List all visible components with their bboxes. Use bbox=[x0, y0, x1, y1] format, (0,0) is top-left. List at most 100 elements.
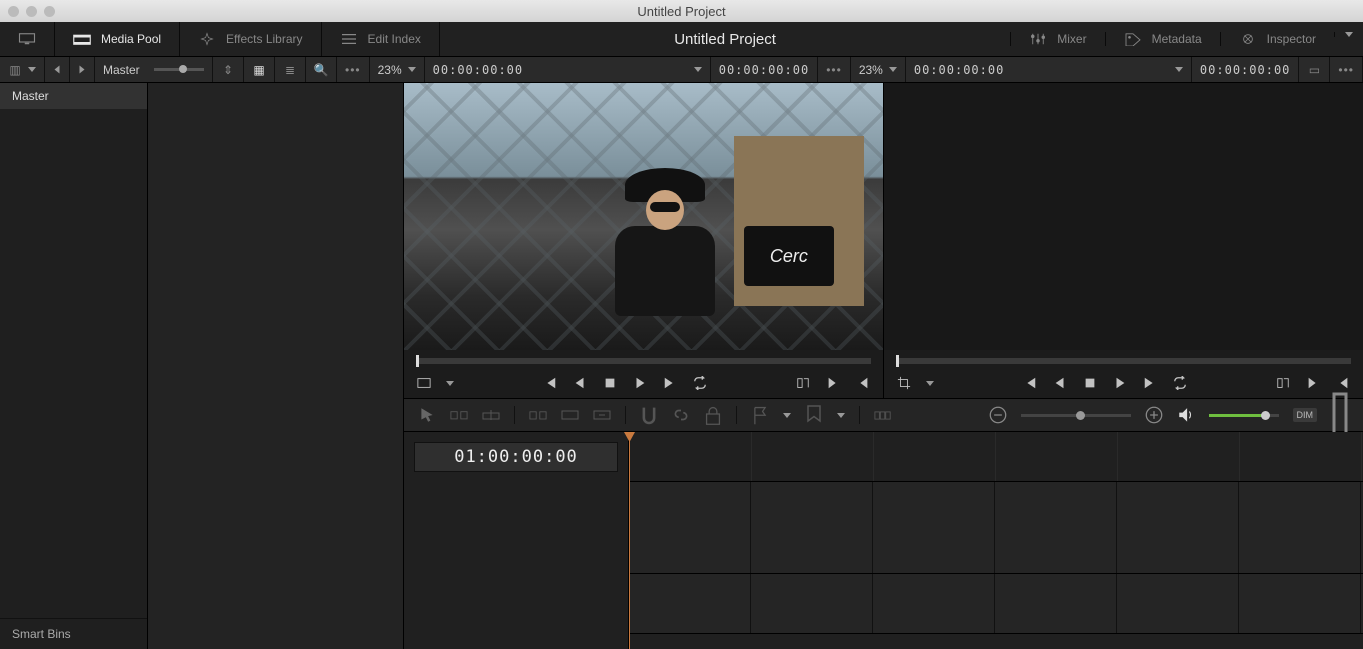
search-icon: 🔍 bbox=[314, 63, 328, 77]
first-frame-button[interactable] bbox=[542, 375, 558, 391]
bin-path[interactable]: Master bbox=[95, 57, 213, 82]
link-toggle[interactable] bbox=[672, 407, 690, 423]
chevron-down-icon bbox=[408, 67, 416, 72]
program-timeline-name[interactable]: 00:00:00:00 bbox=[906, 57, 1192, 82]
chevron-down-icon[interactable] bbox=[837, 413, 845, 418]
sort-icon: ⇕ bbox=[221, 63, 235, 77]
program-scrubber[interactable] bbox=[896, 358, 1351, 364]
search-button[interactable]: 🔍 bbox=[306, 57, 337, 82]
timeline-ruler[interactable] bbox=[629, 432, 1363, 482]
flag-button[interactable] bbox=[751, 407, 769, 423]
source-in-timecode: 00:00:00:00 bbox=[433, 63, 523, 77]
crop-button[interactable] bbox=[896, 375, 912, 391]
panel-layout-toggle[interactable]: ▥ bbox=[0, 57, 45, 82]
next-clip-button[interactable] bbox=[825, 375, 841, 391]
minimize-window-icon[interactable] bbox=[26, 6, 37, 17]
first-frame-button[interactable] bbox=[1022, 375, 1038, 391]
ellipsis-icon: ••• bbox=[1338, 63, 1354, 77]
play-button[interactable] bbox=[1112, 375, 1128, 391]
source-video-display[interactable]: Cerc bbox=[404, 83, 883, 350]
next-clip-button[interactable] bbox=[1305, 375, 1321, 391]
volume-slider[interactable] bbox=[1209, 414, 1279, 417]
smart-bins-header[interactable]: Smart Bins bbox=[0, 618, 147, 649]
traffic-lights[interactable] bbox=[8, 6, 55, 17]
inspector-button[interactable]: Inspector bbox=[1220, 32, 1334, 46]
workspace-layout-button[interactable] bbox=[0, 22, 55, 56]
playhead-icon[interactable] bbox=[896, 355, 899, 367]
loop-button[interactable] bbox=[1172, 375, 1188, 391]
program-in-timecode: 00:00:00:00 bbox=[914, 63, 1004, 77]
thumbnail-size-slider[interactable] bbox=[154, 68, 204, 71]
source-scrubber[interactable] bbox=[416, 358, 871, 364]
metadata-button[interactable]: Metadata bbox=[1105, 32, 1220, 46]
timeline-timecode[interactable]: 01:00:00:00 bbox=[414, 442, 618, 472]
chevron-down-icon[interactable] bbox=[926, 381, 934, 386]
insert-clip-button[interactable] bbox=[529, 407, 547, 423]
overwrite-clip-button[interactable] bbox=[561, 407, 579, 423]
media-pool-button[interactable]: Media Pool bbox=[55, 22, 180, 56]
nav-forward-button[interactable] bbox=[70, 57, 95, 82]
video-track-1[interactable] bbox=[629, 482, 1363, 574]
timeline-playhead[interactable] bbox=[629, 432, 630, 649]
chevron-down-icon[interactable] bbox=[783, 413, 791, 418]
prev-clip-button[interactable] bbox=[1335, 375, 1351, 391]
trim-tool[interactable] bbox=[450, 407, 468, 423]
replace-clip-button[interactable] bbox=[593, 407, 611, 423]
play-reverse-button[interactable] bbox=[1052, 375, 1068, 391]
timeline-view-button[interactable] bbox=[874, 407, 892, 423]
media-options-button[interactable]: ••• bbox=[337, 57, 370, 82]
mute-button[interactable] bbox=[1177, 407, 1195, 423]
blade-tool[interactable] bbox=[482, 407, 500, 423]
edit-index-button[interactable]: Edit Index bbox=[322, 22, 440, 56]
program-zoom[interactable]: 23% bbox=[851, 57, 906, 82]
list-icon bbox=[340, 32, 358, 46]
play-button[interactable] bbox=[632, 375, 648, 391]
chevron-down-icon bbox=[1175, 67, 1183, 72]
selection-tool[interactable] bbox=[418, 407, 436, 423]
dim-button[interactable]: DIM bbox=[1293, 408, 1318, 422]
prev-clip-button[interactable] bbox=[855, 375, 871, 391]
loop-button[interactable] bbox=[692, 375, 708, 391]
zoom-in-button[interactable] bbox=[1145, 407, 1163, 423]
timeline-options-button[interactable] bbox=[1331, 407, 1349, 423]
last-frame-button[interactable] bbox=[1142, 375, 1158, 391]
chevron-down-icon bbox=[694, 67, 702, 72]
sort-toggle[interactable]: ⇕ bbox=[213, 57, 244, 82]
mark-in-button[interactable] bbox=[795, 375, 811, 391]
source-clip-name[interactable]: 00:00:00:00 bbox=[425, 57, 711, 82]
window-title: Untitled Project bbox=[637, 4, 725, 19]
chevron-down-icon bbox=[889, 67, 897, 72]
match-frame-button[interactable] bbox=[416, 375, 432, 391]
chevron-down-icon[interactable] bbox=[446, 381, 454, 386]
program-options-button[interactable]: ••• bbox=[1330, 57, 1363, 82]
nav-back-button[interactable] bbox=[45, 57, 70, 82]
safe-area-button[interactable]: ▭ bbox=[1299, 57, 1330, 82]
source-options-button[interactable]: ••• bbox=[818, 57, 851, 82]
timeline-tracks[interactable] bbox=[629, 432, 1363, 649]
stop-button[interactable] bbox=[602, 375, 618, 391]
snapping-toggle[interactable] bbox=[640, 407, 658, 423]
audio-track-1[interactable] bbox=[629, 574, 1363, 634]
timeline-zoom-slider[interactable] bbox=[1021, 414, 1131, 417]
last-frame-button[interactable] bbox=[662, 375, 678, 391]
close-window-icon[interactable] bbox=[8, 6, 19, 17]
effects-library-button[interactable]: Effects Library bbox=[180, 22, 321, 56]
mark-in-button[interactable] bbox=[1275, 375, 1291, 391]
list-icon: ≣ bbox=[283, 63, 297, 77]
playhead-icon[interactable] bbox=[416, 355, 419, 367]
view-thumbnails-button[interactable]: ▦ bbox=[244, 57, 275, 82]
program-video-display[interactable] bbox=[884, 83, 1363, 350]
zoom-out-button[interactable] bbox=[989, 407, 1007, 423]
view-list-button[interactable]: ≣ bbox=[275, 57, 306, 82]
source-zoom[interactable]: 23% bbox=[370, 57, 425, 82]
stop-button[interactable] bbox=[1082, 375, 1098, 391]
expand-panel-button[interactable] bbox=[1334, 32, 1363, 37]
lock-toggle[interactable] bbox=[704, 407, 722, 423]
bin-master[interactable]: Master bbox=[0, 83, 147, 109]
effects-library-label: Effects Library bbox=[226, 32, 302, 46]
zoom-window-icon[interactable] bbox=[44, 6, 55, 17]
play-reverse-button[interactable] bbox=[572, 375, 588, 391]
marker-button[interactable] bbox=[805, 407, 823, 423]
mixer-button[interactable]: Mixer bbox=[1010, 32, 1104, 46]
media-pool-panel[interactable] bbox=[148, 83, 404, 649]
